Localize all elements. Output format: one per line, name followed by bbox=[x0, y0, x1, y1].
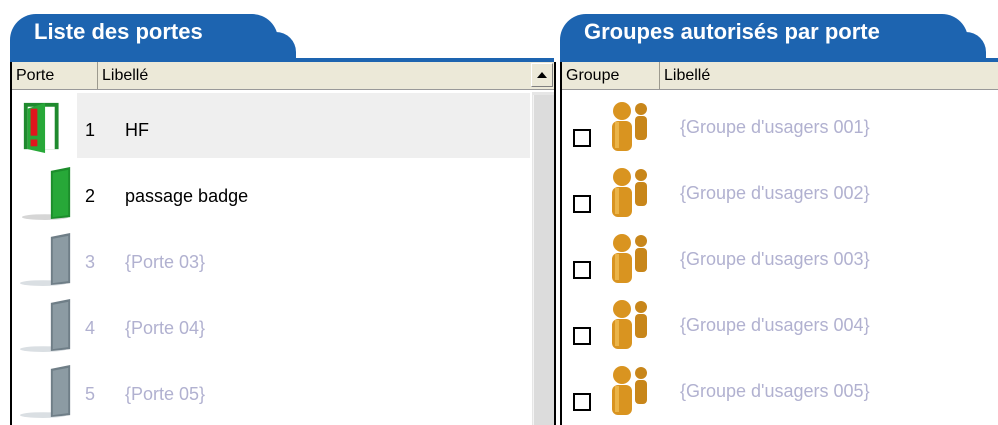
group-label: {Groupe d'usagers 005} bbox=[680, 381, 870, 401]
group-row[interactable]: {Groupe d'usagers 004} bbox=[562, 290, 998, 356]
column-header-libelle[interactable]: Libellé bbox=[98, 62, 531, 89]
doors-list-panel: Porte Libellé 1 HF 2 passage badge 3 {Porte 0… bbox=[10, 62, 556, 425]
group-checkbox[interactable] bbox=[573, 129, 591, 147]
door-open-alarm-icon bbox=[23, 102, 59, 154]
user-group-icon bbox=[612, 300, 647, 349]
doors-list-header: Porte Libellé bbox=[12, 62, 554, 90]
door-row[interactable]: 1 HF bbox=[12, 92, 532, 158]
door-green-icon bbox=[21, 166, 71, 220]
column-header-porte[interactable]: Porte bbox=[12, 62, 98, 89]
groups-panel-title: Groupes autorisés par porte bbox=[584, 19, 880, 44]
door-row[interactable]: 4 {Porte 04} bbox=[12, 290, 532, 356]
sort-up-icon[interactable] bbox=[531, 63, 553, 87]
door-grey-icon bbox=[20, 232, 71, 286]
user-group-icon bbox=[612, 168, 647, 217]
group-checkbox[interactable] bbox=[573, 195, 591, 213]
door-label: {Porte 03} bbox=[125, 252, 206, 272]
groups-list-panel: Groupe Libellé {Groupe d'usagers 001} {Gr… bbox=[560, 62, 998, 425]
group-label: {Groupe d'usagers 001} bbox=[680, 117, 870, 137]
doors-scrollbar-thumb[interactable] bbox=[533, 95, 554, 425]
door-number: 3 bbox=[85, 252, 96, 272]
user-group-icon bbox=[612, 234, 647, 283]
group-label: {Groupe d'usagers 002} bbox=[680, 183, 870, 203]
door-row[interactable]: 3 {Porte 03} bbox=[12, 224, 532, 290]
door-number: 5 bbox=[85, 384, 96, 404]
doors-vertical-scrollbar[interactable] bbox=[532, 92, 554, 425]
group-checkbox[interactable] bbox=[573, 393, 591, 411]
column-header-group-libelle[interactable]: Libellé bbox=[660, 62, 998, 89]
user-group-icon bbox=[612, 102, 647, 151]
group-row[interactable]: {Groupe d'usagers 005} bbox=[562, 356, 998, 422]
door-number: 1 bbox=[85, 120, 96, 140]
door-row[interactable]: 5 {Porte 05} bbox=[12, 356, 532, 422]
doors-list: 1 HF 2 passage badge 3 {Porte 03} 4 {Porte 04} 5… bbox=[12, 92, 532, 422]
user-group-icon bbox=[612, 366, 647, 415]
group-row[interactable]: {Groupe d'usagers 002} bbox=[562, 158, 998, 224]
door-grey-icon bbox=[20, 298, 71, 352]
door-label: HF bbox=[125, 120, 149, 140]
group-label: {Groupe d'usagers 003} bbox=[680, 249, 870, 269]
groups-list: {Groupe d'usagers 001} {Groupe d'usagers … bbox=[562, 92, 998, 422]
door-row[interactable]: 2 passage badge bbox=[12, 158, 532, 224]
group-row[interactable]: {Groupe d'usagers 001} bbox=[562, 92, 998, 158]
door-grey-icon bbox=[20, 364, 71, 418]
group-checkbox[interactable] bbox=[573, 261, 591, 279]
door-label: {Porte 05} bbox=[125, 384, 206, 404]
group-row[interactable]: {Groupe d'usagers 003} bbox=[562, 224, 998, 290]
door-number: 4 bbox=[85, 318, 96, 338]
column-header-groupe[interactable]: Groupe bbox=[562, 62, 660, 89]
group-checkbox[interactable] bbox=[573, 327, 591, 345]
doors-panel-title: Liste des portes bbox=[34, 19, 203, 44]
door-label: {Porte 04} bbox=[125, 318, 206, 338]
doors-panel-tab: Liste des portes bbox=[10, 14, 296, 62]
groups-list-header: Groupe Libellé bbox=[562, 62, 998, 90]
groups-panel-tab: Groupes autorisés par porte bbox=[560, 14, 986, 62]
door-number: 2 bbox=[85, 186, 96, 206]
door-label: passage badge bbox=[125, 186, 249, 206]
group-label: {Groupe d'usagers 004} bbox=[680, 315, 870, 335]
